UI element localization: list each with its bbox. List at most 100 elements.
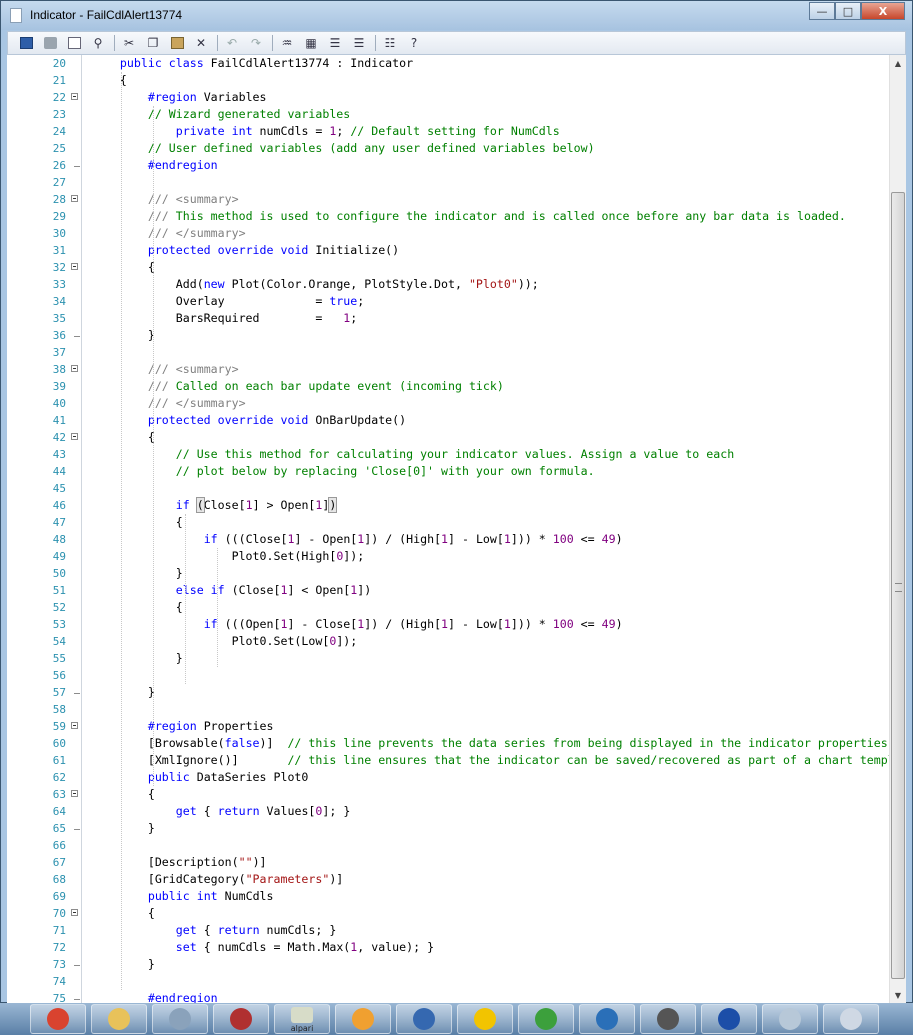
- taskbar-chrome-icon[interactable]: [30, 1004, 86, 1034]
- code-line[interactable]: 65 }: [7, 820, 889, 837]
- code-line[interactable]: 25 // User defined variables (add any us…: [7, 140, 889, 157]
- code-line[interactable]: 72 set { numCdls = Math.Max(1, value); }: [7, 939, 889, 956]
- collapse-icon[interactable]: [71, 93, 78, 100]
- taskbar-defender-icon[interactable]: [396, 1004, 452, 1034]
- code-line[interactable]: 59 #region Properties: [7, 718, 889, 735]
- code-line[interactable]: 42 {: [7, 429, 889, 446]
- binoculars-icon[interactable]: ♒: [277, 34, 297, 52]
- code-line[interactable]: 41 protected override void OnBarUpdate(): [7, 412, 889, 429]
- code-line[interactable]: 24 private int numCdls = 1; // Default s…: [7, 123, 889, 140]
- code-line[interactable]: 35 BarsRequired = 1;: [7, 310, 889, 327]
- code-line[interactable]: 71 get { return numCdls; }: [7, 922, 889, 939]
- scroll-up-icon[interactable]: ▲: [890, 55, 906, 72]
- code-line[interactable]: 28 /// <summary>: [7, 191, 889, 208]
- bookmark-icon[interactable]: ▦: [301, 34, 321, 52]
- code-line[interactable]: 58: [7, 701, 889, 718]
- taskbar-wordpad-icon[interactable]: [823, 1004, 879, 1034]
- code-line[interactable]: 43 // Use this method for calculating yo…: [7, 446, 889, 463]
- maximize-button[interactable]: □: [835, 2, 861, 20]
- code-line[interactable]: 38 /// <summary>: [7, 361, 889, 378]
- code-line[interactable]: 45: [7, 480, 889, 497]
- collapse-icon[interactable]: [71, 195, 78, 202]
- taskbar-warning-icon[interactable]: [457, 1004, 513, 1034]
- code-line[interactable]: 66: [7, 837, 889, 854]
- code-line[interactable]: 31 protected override void Initialize(): [7, 242, 889, 259]
- code-line[interactable]: 64 get { return Values[0]; }: [7, 803, 889, 820]
- cut-icon[interactable]: ✂: [119, 34, 139, 52]
- code-line[interactable]: 61 [XmlIgnore()] // this line ensures th…: [7, 752, 889, 769]
- collapse-icon[interactable]: [71, 263, 78, 270]
- taskbar-thunderbird-icon[interactable]: [579, 1004, 635, 1034]
- taskbar-paint-icon[interactable]: [335, 1004, 391, 1034]
- code-line[interactable]: 21 {: [7, 72, 889, 89]
- uncomment-icon[interactable]: ?: [404, 34, 424, 52]
- taskbar-download-icon[interactable]: [518, 1004, 574, 1034]
- code-line[interactable]: 50 }: [7, 565, 889, 582]
- find-icon[interactable]: ⚲: [88, 34, 108, 52]
- code-line[interactable]: 73 }: [7, 956, 889, 973]
- code-line[interactable]: 22 #region Variables: [7, 89, 889, 106]
- minimize-button[interactable]: —: [809, 2, 835, 20]
- taskbar-explorer-icon[interactable]: [91, 1004, 147, 1034]
- comment-icon[interactable]: ☷: [380, 34, 400, 52]
- collapse-icon[interactable]: [71, 433, 78, 440]
- print-preview-icon[interactable]: [64, 34, 84, 52]
- close-button[interactable]: X: [861, 2, 905, 20]
- code-line[interactable]: 53 if (((Open[1] - Close[1]) / (High[1] …: [7, 616, 889, 633]
- code-line[interactable]: 34 Overlay = true;: [7, 293, 889, 310]
- taskbar-app-red-icon[interactable]: [213, 1004, 269, 1034]
- print-icon[interactable]: [40, 34, 60, 52]
- code-editor[interactable]: 20 public class FailCdlAlert13774 : Indi…: [7, 55, 906, 1004]
- code-line[interactable]: 46 if (Close[1] > Open[1]): [7, 497, 889, 514]
- code-line[interactable]: 70 {: [7, 905, 889, 922]
- undo-icon[interactable]: ↶: [222, 34, 242, 52]
- code-line[interactable]: 39 /// Called on each bar update event (…: [7, 378, 889, 395]
- code-line[interactable]: 56: [7, 667, 889, 684]
- code-line[interactable]: 44 // plot below by replacing 'Close[0]'…: [7, 463, 889, 480]
- scroll-thumb[interactable]: [891, 192, 905, 979]
- code-line[interactable]: 68 [GridCategory("Parameters")]: [7, 871, 889, 888]
- collapse-icon[interactable]: [71, 790, 78, 797]
- code-line[interactable]: 47 {: [7, 514, 889, 531]
- code-line[interactable]: 67 [Description("")]: [7, 854, 889, 871]
- code-line[interactable]: 29 /// This method is used to configure …: [7, 208, 889, 225]
- taskbar-calculator-icon[interactable]: [152, 1004, 208, 1034]
- taskbar-notepad-icon[interactable]: [762, 1004, 818, 1034]
- code-line[interactable]: 74: [7, 973, 889, 990]
- code-line[interactable]: 62 public DataSeries Plot0: [7, 769, 889, 786]
- code-line[interactable]: 49 Plot0.Set(High[0]);: [7, 548, 889, 565]
- code-line[interactable]: 33 Add(new Plot(Color.Orange, PlotStyle.…: [7, 276, 889, 293]
- code-line[interactable]: 69 public int NumCdls: [7, 888, 889, 905]
- code-line[interactable]: 27: [7, 174, 889, 191]
- code-line[interactable]: 26 #endregion: [7, 157, 889, 174]
- code-line[interactable]: 48 if (((Close[1] - Open[1]) / (High[1] …: [7, 531, 889, 548]
- indent-icon[interactable]: ☰: [325, 34, 345, 52]
- code-line[interactable]: 36 }: [7, 327, 889, 344]
- code-line[interactable]: 60 [Browsable(false)] // this line preve…: [7, 735, 889, 752]
- copy-icon[interactable]: ❐: [143, 34, 163, 52]
- taskbar-ninjatrader-icon[interactable]: [640, 1004, 696, 1034]
- vertical-scrollbar[interactable]: ▲ ▼: [889, 55, 906, 1004]
- code-line[interactable]: 32 {: [7, 259, 889, 276]
- scroll-down-icon[interactable]: ▼: [890, 987, 906, 1004]
- collapse-icon[interactable]: [71, 909, 78, 916]
- code-line[interactable]: 54 Plot0.Set(Low[0]);: [7, 633, 889, 650]
- code-line[interactable]: 23 // Wizard generated variables: [7, 106, 889, 123]
- code-area[interactable]: 20 public class FailCdlAlert13774 : Indi…: [7, 55, 889, 1004]
- paste-icon[interactable]: [167, 34, 187, 52]
- code-line[interactable]: 52 {: [7, 599, 889, 616]
- code-line[interactable]: 75 #endregion: [7, 990, 889, 1004]
- code-line[interactable]: 57 }: [7, 684, 889, 701]
- code-line[interactable]: 63 {: [7, 786, 889, 803]
- code-line[interactable]: 37: [7, 344, 889, 361]
- outdent-icon[interactable]: ☰: [349, 34, 369, 52]
- code-line[interactable]: 40 /// </summary>: [7, 395, 889, 412]
- delete-icon[interactable]: ✕: [191, 34, 211, 52]
- code-line[interactable]: 55 }: [7, 650, 889, 667]
- taskbar-app-blue-icon[interactable]: [701, 1004, 757, 1034]
- code-line[interactable]: 51 else if (Close[1] < Open[1]): [7, 582, 889, 599]
- code-line[interactable]: 30 /// </summary>: [7, 225, 889, 242]
- collapse-icon[interactable]: [71, 365, 78, 372]
- code-line[interactable]: 20 public class FailCdlAlert13774 : Indi…: [7, 55, 889, 72]
- redo-icon[interactable]: ↷: [246, 34, 266, 52]
